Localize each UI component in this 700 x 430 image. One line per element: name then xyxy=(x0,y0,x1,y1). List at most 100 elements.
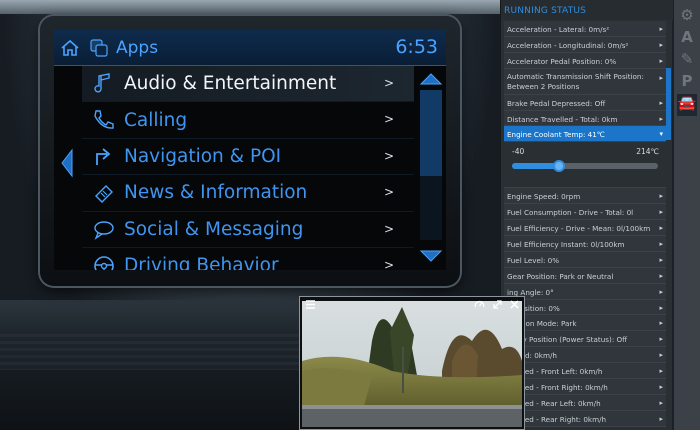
status-row[interactable]: Engine Coolant Temp: 41℃ ▾ xyxy=(504,126,667,143)
app-menu-list: Audio & Entertainment > Calling > Navigation… xyxy=(82,66,414,270)
status-row[interactable]: l Speed - Front Left: 0km/h ▸ xyxy=(504,363,667,380)
status-row[interactable]: l Speed - Rear Left: 0km/h ▸ xyxy=(504,394,667,411)
chevron-right-icon: ▸ xyxy=(659,73,663,82)
chevron-right-icon: > xyxy=(383,76,394,90)
chevron-right-icon: ▸ xyxy=(659,98,663,107)
chevron-right-icon: ▸ xyxy=(659,25,663,33)
side-toolbar: ⚙ A ✎ P 🚘 xyxy=(674,0,700,430)
status-row[interactable]: Engine Speed: 0rpm ▸ xyxy=(504,188,667,205)
panel-header: RUNNING STATUS xyxy=(501,0,673,20)
status-row-label: Fuel Efficiency Instant: 0l/100km xyxy=(507,240,625,250)
menu-item[interactable]: Social & Messaging > xyxy=(82,212,414,248)
status-row[interactable]: Speed: 0km/h ▸ xyxy=(504,347,667,364)
status-row[interactable]: Acceleration - Lateral: 0m/s² ▸ xyxy=(504,21,667,37)
camera-preview-window[interactable] xyxy=(299,296,525,430)
chevron-right-icon: ▸ xyxy=(659,367,663,376)
status-row-label: Acceleration - Longitudinal: 0m/s² xyxy=(507,40,629,50)
apps-icon[interactable] xyxy=(90,39,108,57)
status-row-label: Acceleration - Lateral: 0m/s² xyxy=(507,25,610,34)
menu-item-label: Calling xyxy=(124,109,188,131)
status-row-label: Fuel Consumption - Drive - Total: 0l xyxy=(507,208,634,218)
menu-item-label: Navigation & POI xyxy=(124,145,282,167)
chevron-right-icon: ▸ xyxy=(659,56,663,65)
expand-icon[interactable] xyxy=(492,299,503,310)
scroll-thumb[interactable] xyxy=(420,90,442,176)
back-arrow-icon[interactable] xyxy=(60,148,74,178)
status-row[interactable]: l Speed - Front Right: 0km/h ▸ xyxy=(504,379,667,395)
slider-track[interactable] xyxy=(512,160,658,173)
menu-scrollbar[interactable] xyxy=(416,66,446,270)
music-note-icon xyxy=(94,72,110,93)
status-row-label: Fuel Efficiency - Drive - Mean: 0l/100km xyxy=(507,224,651,234)
parking-p-icon[interactable]: P xyxy=(677,72,697,90)
status-row-label: Gear Position: Park or Neutral xyxy=(507,271,614,281)
menu-icon[interactable] xyxy=(305,299,316,310)
status-row-label: Brake Pedal Depressed: Off xyxy=(507,98,606,108)
chevron-right-icon: ▸ xyxy=(659,271,663,280)
text-a-icon[interactable]: A xyxy=(677,28,697,46)
chevron-right-icon: > xyxy=(383,185,394,200)
status-row[interactable]: ing Angle: 0° ▸ xyxy=(504,283,667,300)
status-row[interactable]: Fuel Efficiency Instant: 0l/100km ▸ xyxy=(504,236,667,252)
panel-scrollbar[interactable] xyxy=(666,20,671,430)
status-row[interactable]: Brake Pedal Depressed: Off ▸ xyxy=(504,94,667,111)
status-row[interactable]: e Key Position (Power Status): Off ▸ xyxy=(504,331,667,348)
status-row[interactable]: Fuel Efficiency - Drive - Mean: 0l/100km… xyxy=(504,220,667,237)
status-row-label: Fuel Level: 0% xyxy=(507,255,560,265)
chevron-right-icon: ▸ xyxy=(659,192,663,201)
air-vent xyxy=(0,330,300,370)
menu-item[interactable]: Driving Behavior > xyxy=(82,248,414,270)
menu-item-label: News & Information xyxy=(124,182,308,204)
dashboard-top-strip xyxy=(0,0,500,14)
chevron-right-icon: ▸ xyxy=(659,319,663,328)
status-row[interactable]: Fuel Consumption - Drive - Total: 0l ▸ xyxy=(504,204,667,221)
infotainment-screen: Apps 6:53 Audio & Entertainment > Calling >… xyxy=(54,30,446,270)
status-row-label: Distance Travelled - Total: 0km xyxy=(507,114,618,124)
status-row[interactable]: Fuel Level: 0% ▸ xyxy=(504,251,667,268)
wrench-icon[interactable]: ✎ xyxy=(677,50,697,68)
status-row[interactable]: Distance Travelled - Total: 0km ▸ xyxy=(504,110,667,127)
status-row[interactable]: Gear Position: Park or Neutral ▸ xyxy=(504,267,667,284)
chevron-down-icon: ▾ xyxy=(659,130,663,139)
status-row[interactable]: Acceleration - Longitudinal: 0m/s² ▸ xyxy=(504,36,667,53)
panel-scroll-thumb[interactable] xyxy=(666,68,671,140)
chevron-right-icon: ▸ xyxy=(659,383,663,392)
slider-handle[interactable] xyxy=(552,160,565,173)
menu-item-label: Audio & Entertainment xyxy=(124,73,337,95)
status-row[interactable]: Accelerator Pedal Position: 0% ▸ xyxy=(504,52,667,69)
chevron-right-icon: > xyxy=(383,257,394,270)
screen-title: Apps xyxy=(116,38,159,58)
status-row[interactable]: l Speed - Rear Right: 0km/h ▸ xyxy=(504,410,667,427)
menu-item[interactable]: Calling > xyxy=(82,102,414,139)
status-row-label: Engine Speed: 0rpm xyxy=(507,192,581,202)
close-icon[interactable] xyxy=(509,299,520,310)
chevron-right-icon: ▸ xyxy=(659,40,663,49)
menu-item[interactable]: Navigation & POI > xyxy=(82,139,414,176)
coolant-temp-slider[interactable]: -40 214℃ xyxy=(504,142,667,189)
camera-gear-icon[interactable]: ⚙ xyxy=(677,6,697,24)
status-list: Acceleration - Lateral: 0m/s² ▸ Accelerati… xyxy=(504,21,667,427)
chevron-right-icon: ▸ xyxy=(659,351,663,360)
chevron-right-icon: ▸ xyxy=(659,398,663,407)
status-row[interactable]: Automatic Transmission Shift Position: B… xyxy=(504,68,667,95)
news-icon xyxy=(95,184,113,203)
menu-item[interactable]: News & Information > xyxy=(82,175,414,212)
home-icon[interactable] xyxy=(60,39,80,57)
status-row[interactable]: mission Mode: Park ▸ xyxy=(504,315,667,332)
menu-item[interactable]: Audio & Entertainment > xyxy=(82,66,414,103)
turn-arrow-icon xyxy=(96,148,111,166)
screen-header: Apps 6:53 xyxy=(54,30,446,66)
speedometer-icon[interactable] xyxy=(474,299,485,310)
scroll-up-icon[interactable] xyxy=(419,72,443,86)
chevron-right-icon: ▸ xyxy=(659,255,663,264)
car-icon[interactable]: 🚘 xyxy=(677,94,697,116)
chevron-right-icon: ▸ xyxy=(659,303,663,312)
phone-icon xyxy=(94,110,114,129)
status-row[interactable]: le Position: 0% ▸ xyxy=(504,299,667,316)
status-row-label: e Key Position (Power Status): Off xyxy=(507,335,628,345)
scroll-track[interactable] xyxy=(420,90,442,240)
chevron-right-icon: ▸ xyxy=(659,240,663,249)
menu-item-label: Driving Behavior xyxy=(124,255,279,270)
chevron-right-icon: ▸ xyxy=(659,208,663,217)
scroll-down-icon[interactable] xyxy=(419,249,443,263)
